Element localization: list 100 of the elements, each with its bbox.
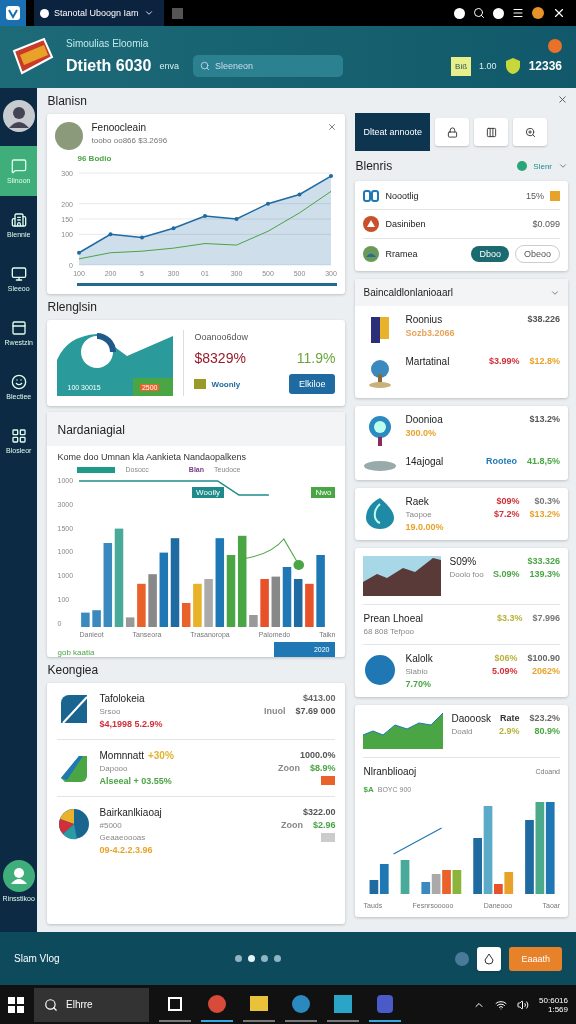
value-text: 41.8,5% (526, 456, 560, 466)
globe-icon (40, 8, 49, 18)
marker-icon (293, 560, 305, 570)
record-icon (454, 7, 465, 19)
item-title: Kalolk (405, 653, 433, 664)
count-text: 1.00 (479, 61, 497, 71)
time-text: 1:569 (547, 1004, 568, 1014)
section-title: Blanisn (47, 94, 88, 108)
value-text: 2062% (531, 666, 560, 676)
header-subtitle: Simoulias Eloomia (66, 37, 150, 49)
lock-icon[interactable] (435, 118, 470, 146)
card-heading: Ooanoo6dow (194, 332, 250, 342)
value-text: $33.326 (527, 556, 560, 566)
columns-icon[interactable] (474, 118, 509, 146)
windows-icon[interactable] (8, 996, 24, 1013)
data-point (266, 201, 271, 206)
action-button[interactable]: Elkiloe (288, 374, 336, 394)
trend-line (393, 827, 443, 855)
filter-label: Slenr (533, 161, 552, 171)
building-icon (10, 212, 27, 228)
item-note: Srsoo (99, 707, 122, 716)
data-point (329, 174, 334, 179)
detail-text: Sozb3.2066 (405, 328, 455, 338)
person-name: Fenoocleain (91, 122, 147, 133)
zoom-icon[interactable] (513, 118, 548, 146)
avatar-placeholder (55, 122, 84, 150)
page-dot[interactable] (247, 955, 255, 962)
item-note: #5000 (99, 821, 123, 830)
caret-icon (143, 8, 154, 18)
item-note: Dapooo (99, 764, 129, 773)
footnote-text: gob kaatia (57, 648, 95, 657)
secondary-button[interactable]: Obeoo (514, 245, 560, 263)
extension-icon (493, 7, 504, 19)
item-note: Taopoe (405, 510, 433, 519)
search-icon (44, 997, 58, 1012)
badge-icon (550, 191, 560, 201)
item-title: Momnnatt (99, 750, 144, 761)
search-icon[interactable] (473, 7, 485, 19)
primary-button[interactable]: Dboo (471, 246, 509, 262)
circle-icon (363, 653, 398, 687)
bar (401, 860, 410, 894)
item-title: Raek (405, 496, 429, 507)
app-logo-icon (0, 0, 26, 26)
value-text: $2.96 (312, 820, 336, 830)
section-title: Blenris (355, 159, 393, 173)
tab-button[interactable]: Dlteat annoote (355, 113, 431, 151)
item-title: Tafolokeia (99, 693, 145, 704)
item-note: 68 808 Tefpoo (363, 627, 416, 636)
section-title: Keongiea (47, 663, 100, 677)
value-text: $3.3% (496, 613, 523, 623)
bar (148, 574, 158, 627)
detail-text: 7.70% (405, 679, 432, 689)
flag-label: Nwo (311, 487, 336, 498)
value-text: $8.9% (309, 763, 336, 773)
globe-icon (363, 246, 380, 262)
data-point (298, 192, 302, 197)
volume-icon[interactable] (517, 998, 530, 1011)
value-text: 139.3% (529, 569, 560, 579)
drop-icon[interactable] (477, 946, 502, 971)
grid-icon (10, 428, 27, 444)
legend-label: 96 Bodio (77, 154, 113, 163)
bar (126, 617, 135, 627)
value-text: $09% (496, 496, 520, 506)
change-text: +30% (147, 750, 174, 761)
wifi-icon[interactable] (495, 998, 508, 1011)
page-dot[interactable] (260, 955, 268, 962)
close-icon[interactable] (552, 6, 566, 20)
value-text: Zoon (277, 763, 300, 773)
page-dot[interactable] (273, 955, 281, 962)
bar (453, 870, 462, 894)
bar (193, 583, 203, 627)
value-text: 15% (526, 191, 544, 201)
score-text: 12336 (528, 59, 562, 73)
item-title: Prean Lhoeal (363, 613, 423, 624)
legend-label: Woonly (211, 379, 241, 389)
monitor-icon (10, 266, 27, 282)
panel-icon (10, 320, 27, 336)
page-dot[interactable] (234, 955, 242, 962)
taskbar-search[interactable]: Elhrre (34, 987, 149, 1022)
browser-tab[interactable]: Stanotal Uboogn Iam (34, 0, 164, 26)
card-title: Nardaniagial (57, 423, 125, 437)
header-title: Dtieth 6030 (66, 56, 152, 75)
item-title: S09% (449, 556, 477, 567)
value-text: $13.2% (529, 414, 560, 424)
value-text: 1000.0% (299, 750, 336, 760)
detail-text: $4,1998 5.2.9% (99, 719, 163, 729)
item-note: Doald (451, 727, 474, 736)
value-text: $0.3% (534, 496, 560, 506)
menu-icon[interactable] (512, 7, 524, 19)
flag-label: Woolly (192, 487, 224, 498)
value-text: $100.90 (527, 653, 560, 663)
value-text: $3.99% (488, 356, 520, 366)
value-text: $8329% (194, 350, 246, 366)
value-text: $322.00 (302, 807, 336, 817)
bar (227, 555, 236, 627)
detail-text: 19.0.00% (405, 522, 444, 532)
section-title: Rlenglsin (47, 300, 98, 314)
search-field[interactable]: Sleeneon (192, 54, 343, 77)
value-text: Rate (499, 713, 520, 723)
square-icon (172, 7, 183, 19)
